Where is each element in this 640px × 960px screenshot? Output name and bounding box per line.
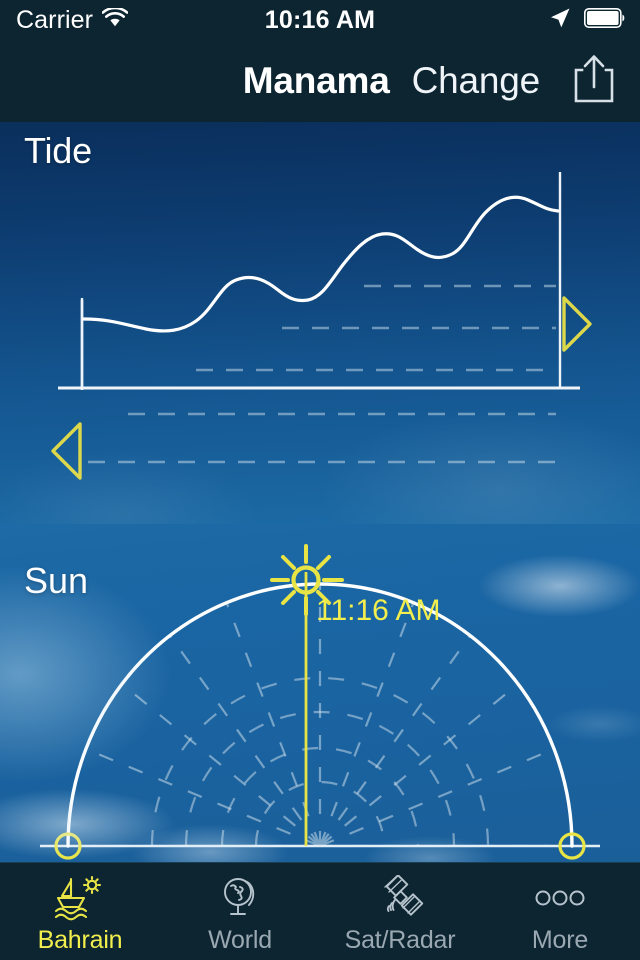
ellipsis-icon [532,875,588,921]
share-icon [570,51,618,112]
globe-icon [217,875,263,921]
tab-world[interactable]: World [160,863,320,960]
tab-more-label: More [531,925,589,954]
status-bar-clock: 10:16 AM [264,5,376,34]
status-bar: Carrier 10:16 AM [0,0,640,40]
app-root: Carrier 10:16 AM Manama Change Tide Sun … [0,0,640,960]
battery-full-icon [584,7,626,33]
tide-prev-arrow-icon [51,422,82,480]
tab-bar: Bahrain World Sat/Radar More [0,862,640,960]
tab-sat-radar[interactable]: Sat/Radar [320,863,480,960]
tide-curve [82,195,560,333]
tide-chart [51,172,592,480]
location-arrow-icon [548,6,572,35]
nav-bar: Manama Change [0,40,640,122]
tide-section[interactable]: Tide [0,122,640,524]
tide-gridlines [88,284,556,464]
change-location-button[interactable]: Change [412,60,541,102]
satellite-icon [375,874,425,921]
sun-current-time: 11:16 AM [316,594,441,627]
tab-bahrain-label: Bahrain [37,925,123,954]
page-title: Manama [242,60,390,101]
sun-chart: 11:16 AM [40,544,600,860]
share-button[interactable] [570,51,618,112]
sun-section[interactable]: Sun 11:16 AM [0,524,640,862]
tab-more[interactable]: More [480,863,640,960]
status-bar-right [548,6,626,35]
tab-bahrain[interactable]: Bahrain [0,863,160,960]
tab-sat-radar-label: Sat/Radar [344,925,456,954]
sailboat-sun-icon [53,875,107,921]
tide-next-arrow-icon [562,296,592,352]
tab-world-label: World [208,925,272,954]
